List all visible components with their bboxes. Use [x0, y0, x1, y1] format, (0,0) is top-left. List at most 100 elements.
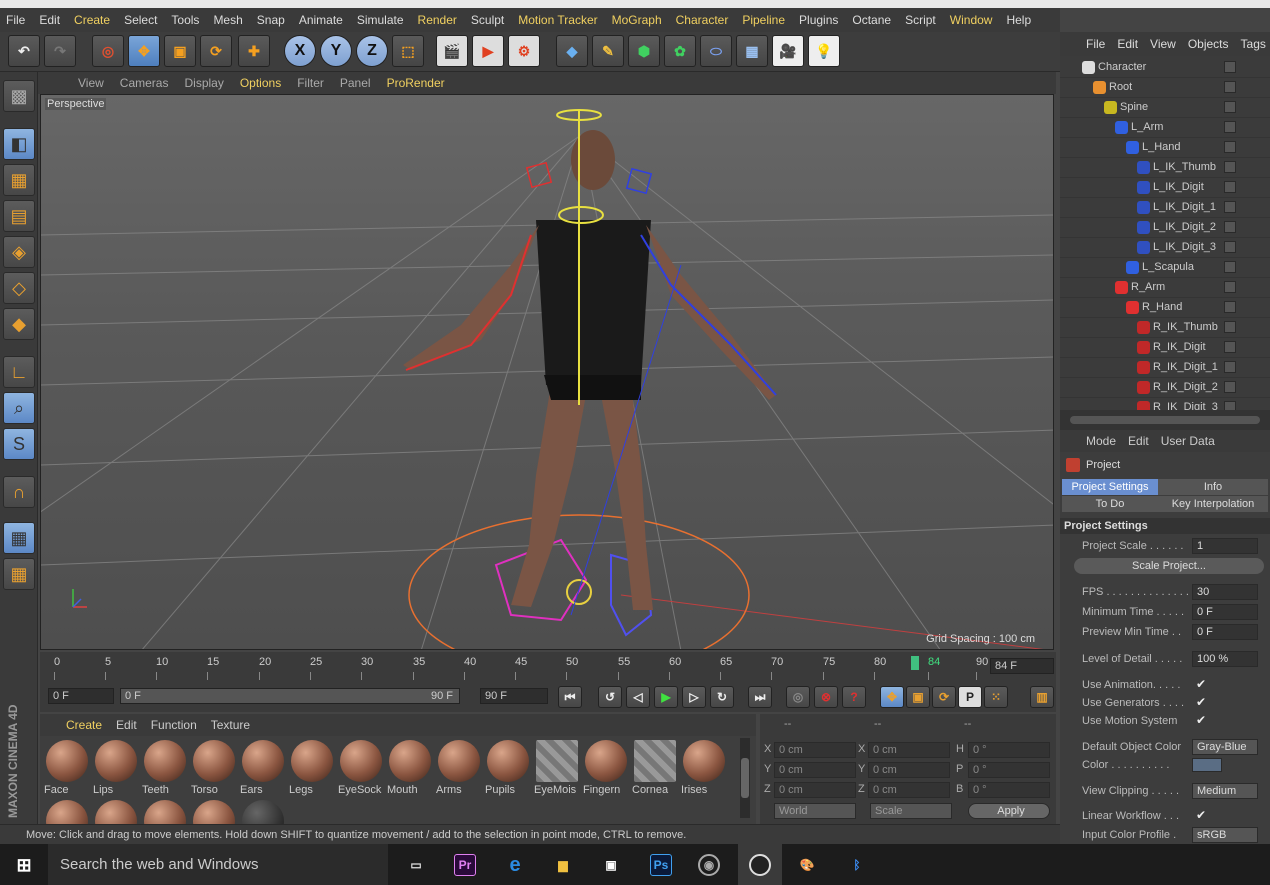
coord-value-field[interactable]: 0 cm: [774, 762, 856, 778]
attr-menu-mode[interactable]: Mode: [1086, 434, 1116, 448]
viewport-menu-prorender[interactable]: ProRender: [387, 76, 445, 90]
timeline-ruler[interactable]: 0 5 10 15 20 25 30 35 40 45 50 55 60 65 70 75 80 84 90 84 …: [40, 652, 1056, 682]
record-keys-icon[interactable]: ◎: [786, 686, 810, 708]
material-swatch[interactable]: EyeSock: [338, 738, 384, 796]
lod-field[interactable]: 100 %: [1192, 651, 1258, 667]
visibility-toggle[interactable]: [1224, 101, 1236, 113]
material-swatch[interactable]: [142, 798, 188, 824]
current-frame-field[interactable]: 84 F: [990, 658, 1054, 674]
timeline-playhead[interactable]: [911, 656, 919, 670]
edges-mode-icon[interactable]: ◇: [3, 272, 35, 304]
make-editable-icon[interactable]: ▩: [3, 80, 35, 112]
tree-item-l-arm[interactable]: L_Arm: [1060, 118, 1270, 138]
cinema4d-alt-icon[interactable]: ◉: [698, 854, 720, 876]
render-view-icon[interactable]: 🎬: [436, 35, 468, 67]
visibility-toggle[interactable]: [1224, 261, 1236, 273]
input-profile-dropdown[interactable]: sRGB: [1192, 827, 1258, 843]
viewport-menu-options[interactable]: Options: [240, 76, 281, 90]
linear-workflow-checkbox[interactable]: ✔: [1196, 808, 1206, 822]
photoshop-icon[interactable]: Ps: [650, 854, 672, 876]
pen-spline-icon[interactable]: ✎: [592, 35, 624, 67]
polygons-mode-icon[interactable]: ◆: [3, 308, 35, 340]
render-settings-icon[interactable]: ⚙: [508, 35, 540, 67]
visibility-toggle[interactable]: [1224, 341, 1236, 353]
menu-script[interactable]: Script: [905, 13, 936, 27]
paint-icon[interactable]: 🎨: [796, 854, 818, 876]
menu-simulate[interactable]: Simulate: [357, 13, 404, 27]
coord-value-field[interactable]: 0 cm: [868, 742, 950, 758]
menu-mograph[interactable]: MoGraph: [612, 13, 662, 27]
tree-item-l-hand[interactable]: L_Hand: [1060, 138, 1270, 158]
menu-snap[interactable]: Snap: [257, 13, 285, 27]
material-scrollbar[interactable]: [740, 738, 750, 818]
coord-value-field[interactable]: 0 cm: [868, 762, 950, 778]
visibility-toggle[interactable]: [1224, 281, 1236, 293]
menu-motion-tracker[interactable]: Motion Tracker: [518, 13, 597, 27]
windows-start-icon[interactable]: ⊞: [13, 854, 35, 876]
tree-item-r-hand[interactable]: R_Hand: [1060, 298, 1270, 318]
material-swatch[interactable]: Mouth: [387, 738, 433, 796]
material-swatch[interactable]: EyeMois: [534, 738, 580, 796]
cube-primitive-icon[interactable]: ◆: [556, 35, 588, 67]
object-menu-tags[interactable]: Tags: [1241, 37, 1266, 51]
tab-info[interactable]: Info: [1158, 479, 1268, 495]
viewport-menu-filter[interactable]: Filter: [297, 76, 324, 90]
tab-key-interpolation[interactable]: Key Interpolation: [1158, 496, 1268, 512]
attr-menu-edit[interactable]: Edit: [1128, 434, 1149, 448]
preview-min-field[interactable]: 0 F: [1192, 624, 1258, 640]
go-to-start-icon[interactable]: ⏮: [558, 686, 582, 708]
default-color-dropdown[interactable]: Gray-Blue: [1192, 739, 1258, 755]
visibility-toggle[interactable]: [1224, 121, 1236, 133]
tab-to-do[interactable]: To Do: [1062, 496, 1158, 512]
frame-range-slider[interactable]: 0 F 90 F: [120, 688, 460, 704]
tree-item-r-ik-digit-3[interactable]: R_IK_Digit_3: [1060, 398, 1270, 410]
visibility-toggle[interactable]: [1224, 241, 1236, 253]
menu-select[interactable]: Select: [124, 13, 157, 27]
key-rotation-icon[interactable]: ⟳: [932, 686, 956, 708]
material-swatch[interactable]: [93, 798, 139, 824]
material-swatch[interactable]: Fingern: [583, 738, 629, 796]
scale-tool-icon[interactable]: ▣: [164, 35, 196, 67]
visibility-toggle[interactable]: [1224, 221, 1236, 233]
coordinate-system-icon[interactable]: ⬚: [392, 35, 424, 67]
snap-magnet-icon[interactable]: ∩: [3, 476, 35, 508]
material-swatch[interactable]: [191, 798, 237, 824]
previous-key-icon[interactable]: ↺: [598, 686, 622, 708]
timeline-window-icon[interactable]: ▥: [1030, 686, 1054, 708]
use-generators-checkbox[interactable]: ✔: [1196, 695, 1206, 709]
redo-button[interactable]: ↷: [44, 35, 76, 67]
next-frame-icon[interactable]: ▷: [682, 686, 706, 708]
viewport-menu-cameras[interactable]: Cameras: [120, 76, 169, 90]
select-tool-icon[interactable]: ◎: [92, 35, 124, 67]
previous-frame-icon[interactable]: ◁: [626, 686, 650, 708]
model-mode-icon[interactable]: ◧: [3, 128, 35, 160]
use-animation-checkbox[interactable]: ✔: [1196, 677, 1206, 691]
coord-value-field[interactable]: 0 cm: [774, 782, 856, 798]
material-swatch[interactable]: Teeth: [142, 738, 188, 796]
visibility-toggle[interactable]: [1224, 301, 1236, 313]
visibility-toggle[interactable]: [1224, 201, 1236, 213]
tree-item-character[interactable]: Character: [1060, 58, 1270, 78]
object-menu-file[interactable]: File: [1086, 37, 1105, 51]
fps-field[interactable]: 30: [1192, 584, 1258, 600]
menu-pipeline[interactable]: Pipeline: [742, 13, 785, 27]
z-axis-toggle[interactable]: Z: [356, 35, 388, 67]
task-view-icon[interactable]: ▭: [405, 854, 427, 876]
tree-item-r-ik-digit-1[interactable]: R_IK_Digit_1: [1060, 358, 1270, 378]
material-swatch[interactable]: [44, 798, 90, 824]
world-dropdown[interactable]: World: [774, 803, 856, 819]
menu-edit[interactable]: Edit: [39, 13, 60, 27]
play-icon[interactable]: ▶: [654, 686, 678, 708]
object-menu-view[interactable]: View: [1150, 37, 1176, 51]
viewport-menu-display[interactable]: Display: [184, 76, 223, 90]
visibility-toggle[interactable]: [1224, 321, 1236, 333]
visibility-toggle[interactable]: [1224, 161, 1236, 173]
visibility-toggle[interactable]: [1224, 381, 1236, 393]
coord-value-field[interactable]: 0 cm: [868, 782, 950, 798]
viewport-menu-panel[interactable]: Panel: [340, 76, 371, 90]
cinema4d-active-task[interactable]: [738, 844, 782, 885]
light-icon[interactable]: 💡: [808, 35, 840, 67]
menu-animate[interactable]: Animate: [299, 13, 343, 27]
texture-mode-icon[interactable]: ▦: [3, 164, 35, 196]
menu-tools[interactable]: Tools: [171, 13, 199, 27]
